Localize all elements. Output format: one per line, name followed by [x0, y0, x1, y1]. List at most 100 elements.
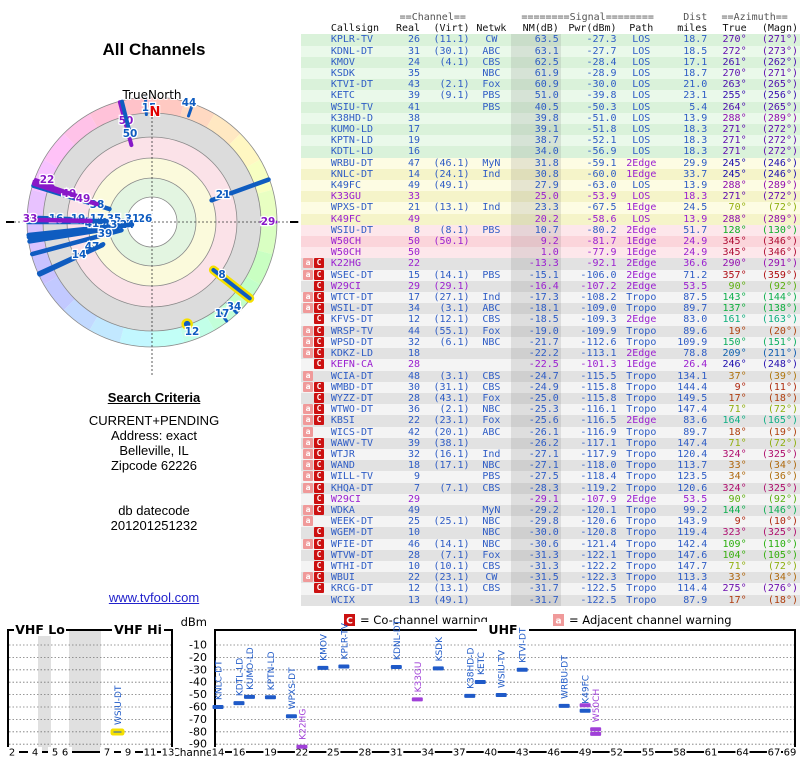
table-row: a C WSIL-DT 34 (3.1) ABC -18.1 -109.0 Tropo 89.7 1… [301, 303, 800, 315]
table-row: KDTL-LD 16 34.0 -56.9 LOS 18.3 271° (272°) [301, 146, 800, 158]
svg-text:5: 5 [52, 748, 58, 759]
svg-text:11: 11 [144, 748, 157, 759]
svg-text:61: 61 [705, 748, 718, 759]
radar-channel-label: 39 [98, 228, 113, 240]
db-datecode: db datecode 201201251232 [0, 503, 308, 533]
table-row: W50CH 50 1.0 -77.9 1Edge 24.9 345° (346°) [301, 247, 800, 259]
table-row: WRBU-DT 47 (46.1) MyN 31.8 -59.1 2Edge 29.9 245°… [301, 157, 800, 169]
co-channel-warning-icon: C [314, 292, 324, 303]
table-row: C KRCG-DT 12 (13.1) CBS -31.7 -122.5 Tropo 114.4… [301, 583, 800, 595]
table-row: a WCIA-DT 48 (3.1) CBS -24.7 -115.5 Tropo 134.1 3… [301, 370, 800, 382]
svg-text:58: 58 [673, 748, 686, 759]
table-row: a C WPSD-DT 32 (6.1) NBC -21.7 -112.6 Tropo 109.9… [301, 336, 800, 349]
col-true: True [722, 23, 747, 35]
station-marker [495, 692, 507, 697]
co-channel-warning-icon: C [314, 504, 324, 515]
adjacent-warning-icon: a [303, 336, 313, 347]
station-label: WRBU-DT [561, 655, 571, 699]
adjacent-warning-icon: a [303, 292, 313, 303]
table-row: a C KBSI 22 (23.1) Fox -25.6 -116.5 2Edge 83.6 164… [301, 415, 800, 427]
tvfool-report: { "colors":{"blue":"#2e5cc5","purple":"#… [0, 0, 800, 768]
col-pwr: Pwr(dBm) [568, 23, 617, 35]
station-marker [390, 664, 402, 669]
radar-channel-label: 33 [23, 213, 38, 225]
station-marker [338, 664, 350, 669]
table-row: KMOV 24 (4.1) CBS 62.5 -28.4 LOS 17.1 261° (262°) [301, 56, 800, 69]
station-marker [233, 701, 245, 706]
col-real: Real [395, 23, 421, 35]
table-row: a C WTWO-DT 36 (2.1) NBC -25.3 -116.1 Tropo 147.4… [301, 404, 800, 416]
table-row: a C WILL-TV 9 PBS -27.5 -118.4 Tropo 123.5 34° (36… [301, 471, 800, 483]
svg-text:14: 14 [212, 748, 225, 759]
station-label: WSIU-DT [114, 685, 124, 725]
table-row: a C WFIE-DT 46 (14.1) NBC -30.6 -121.4 Tropo 142.… [301, 538, 800, 550]
co-channel-warning-icon: C [314, 560, 324, 571]
co-channel-warning-icon: C [314, 493, 324, 504]
radar-channel-label: 29 [261, 216, 276, 228]
svg-text:25: 25 [327, 748, 340, 759]
header-dist: Dist [683, 12, 708, 23]
station-marker [285, 714, 297, 719]
adjacent-warning-icon: a [303, 471, 313, 482]
co-channel-warning-icon: C [314, 392, 324, 403]
col-callsign: Callsign [330, 23, 380, 35]
svg-text:28: 28 [358, 748, 371, 759]
co-channel-warning-icon: C [314, 538, 324, 549]
svg-text:-20: -20 [189, 651, 207, 664]
svg-text:-50: -50 [189, 688, 207, 701]
radar-channel-label: 49 [76, 193, 91, 205]
co-channel-warning-icon: C [314, 359, 324, 370]
svg-text:4: 4 [32, 748, 38, 759]
criteria-line: Address: exact [111, 428, 197, 443]
table-row: K33GU 33 25.0 -53.9 LOS 18.3 271° (272°) [301, 191, 800, 203]
station-marker [212, 705, 224, 709]
radar-channel-label: 26 [138, 213, 153, 225]
adjacent-warning-icon: a [303, 381, 313, 392]
table-row: a WICS-DT 42 (20.1) ABC -26.1 -116.9 Tropo 89.7 1… [301, 426, 800, 438]
table-row: a C WRSP-TV 44 (55.1) Fox -19.0 -109.9 Tropo 89.6… [301, 325, 800, 337]
table-row: C WTHI-DT 10 (10.1) CBS -31.3 -122.2 Tropo 147.7… [301, 560, 800, 573]
co-channel-warning-icon: C [314, 280, 324, 291]
adjacent-warning-icon: a [303, 325, 313, 336]
adjacent-warning-icon: a [303, 348, 313, 359]
radar-channel-label: 14 [72, 249, 87, 261]
table-row: a C WTJR 32 (16.1) Ind -27.1 -117.9 Tropo 120.4 32… [301, 448, 800, 461]
table-row: a C WAND 18 (17.1) NBC -27.1 -118.0 Tropo 113.7 33… [301, 460, 800, 472]
table-row: C WTVW-DT 28 (7.1) Fox -31.3 -122.1 Tropo 147.6 1… [301, 549, 800, 561]
co-channel-warning-icon: C [314, 269, 324, 280]
station-marker [474, 679, 486, 684]
adjacent-warning-icon: a [303, 504, 313, 515]
col-magn: (Magn) [761, 23, 798, 35]
table-row: K49FC 49 (49.1) 27.9 -63.0 LOS 13.9 288° (289°) [301, 180, 800, 192]
table-row: KSDK 35 NBC 61.9 -28.9 LOS 18.7 270° (271°) [301, 68, 800, 80]
station-label: KPTN-LD [267, 651, 277, 690]
tvfool-link[interactable]: www.tvfool.com [109, 590, 199, 605]
co-channel-warning-icon: C [314, 348, 324, 359]
col-netwk: Netwk [476, 23, 507, 35]
co-channel-warning-icon: C [314, 437, 324, 448]
table-row: C WYZZ-DT 28 (43.1) Fox -25.0 -115.8 Tropo 149.5… [301, 392, 800, 405]
svg-text:16: 16 [233, 748, 246, 759]
table-row: C W29CI 29 (29.1) -16.4 -107.2 2Edge 53.5 90° (92… [301, 280, 800, 293]
site-link-row: www.tvfool.com [0, 590, 308, 605]
svg-text:34: 34 [421, 748, 434, 759]
station-label: WSIU-TV [498, 649, 508, 688]
co-channel-warning-icon: C [314, 460, 324, 471]
adjacent-warning-icon: a [303, 370, 313, 381]
co-channel-warning-icon: C [314, 404, 324, 415]
table-row: a C WBUI 22 (23.1) CW -31.5 -122.3 Tropo 113.3 33°… [301, 572, 800, 584]
table-row: WCIX 13 (49.1) -31.7 -122.5 Tropo 87.9 17° (18°) [301, 594, 800, 606]
table-row: WPXS-DT 21 (13.1) Ind 23.3 -67.5 1Edge 24.5 70°(… [301, 202, 800, 214]
station-marker [243, 694, 255, 699]
table-row: K49FC 49 20.2 -58.6 LOS 13.9 288° (289°) [301, 213, 800, 225]
radar-channel-label: 8 [218, 269, 225, 281]
header-channel: ==Channel== [399, 12, 466, 23]
adjacent-warning-icon: a [303, 303, 313, 314]
svg-text:UHF: UHF [488, 622, 517, 637]
svg-text:52: 52 [610, 748, 623, 759]
svg-text:43: 43 [516, 748, 529, 759]
search-criteria-heading: Search Criteria [107, 390, 201, 405]
svg-text:TrueNorth: TrueNorth [121, 88, 181, 102]
station-marker [516, 667, 528, 672]
station-label: KMOV [319, 633, 329, 661]
